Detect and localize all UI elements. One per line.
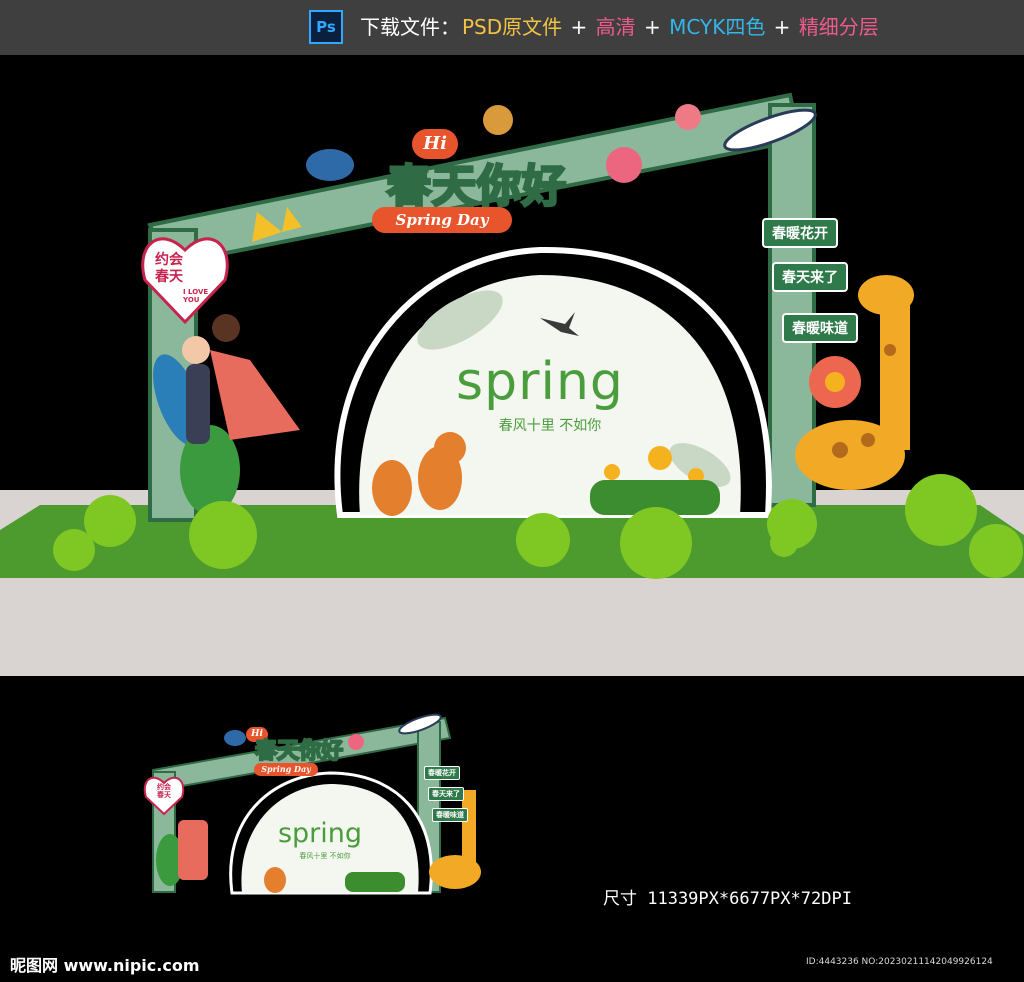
thumb-giraffe-body [429,855,481,889]
flower-icon [604,464,620,480]
flower-center [825,372,845,392]
green-ball [770,529,798,557]
thumb-heart-text: 约会春天 [157,783,171,799]
giraffe-spot [884,344,896,356]
heart-text: 约会春天 [155,252,183,285]
size-label: 尺寸 11339PX*6677PX*72DPI [603,889,852,909]
giraffe-spot [861,433,875,447]
green-ball [516,513,570,567]
giraffe-body [795,420,905,490]
flower-icon [675,104,701,130]
thumb-fox-icon [264,867,286,893]
green-ball [189,501,257,569]
couple-body [186,364,210,444]
flower-icon [648,446,672,470]
couple-dress [210,350,300,440]
thumb-sign-3: 春暖味道 [432,808,468,822]
fox-head [434,432,466,464]
title-subtitle: Spring Day [372,207,512,233]
flower-icon [606,147,642,183]
green-ball [905,474,977,546]
sign-1: 春暖花开 [762,218,838,248]
thumb-bush [345,872,405,892]
green-ball [53,529,95,571]
sign-3: 春暖味道 [782,313,858,343]
green-ball [620,507,692,579]
giraffe-spot [832,442,848,458]
spring-slogan: 春风十里 不如你 [498,418,602,434]
green-ball [969,524,1023,578]
owl-icon [483,105,513,135]
fox-tail [372,460,412,516]
sign-2: 春天来了 [772,262,848,292]
giraffe-head [858,275,914,315]
couple-head [212,314,240,342]
spring-word: spring [456,352,624,412]
thumb-slogan: 春风十里 不如你 [299,852,351,860]
thumb-spring-word: spring [277,818,363,849]
bird-icon [306,149,354,181]
thumb-sign-1: 春暖花开 [424,766,460,780]
title-main: 春天你好 [386,160,568,214]
thumb-subtitle: Spring Day [254,763,318,776]
couple-head [182,336,210,364]
thumb-couple [178,820,208,880]
heart-love-text: I LOVE YOU [183,288,209,304]
watermark[interactable]: 昵图网 www.nipic.com [10,952,200,976]
main-scene [0,92,1024,895]
thumb-sign-2: 春天来了 [428,787,464,801]
image-id: ID:4443236 NO:20230211142049926124 [806,957,993,967]
thumb-title: 春天你好 [254,738,344,765]
